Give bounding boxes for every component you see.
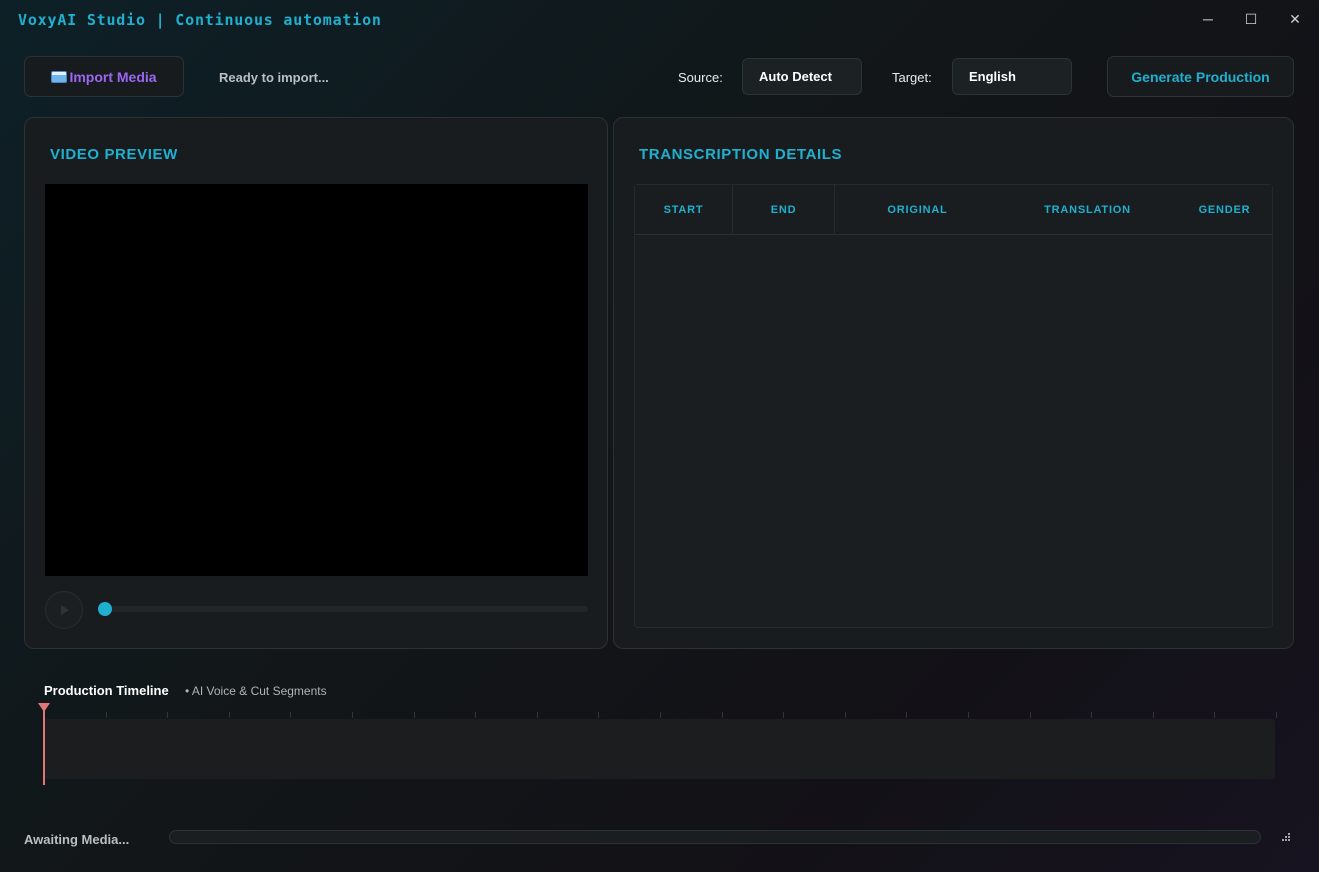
target-label: Target: [892, 70, 932, 85]
ruler-tick [660, 712, 661, 718]
folder-icon [51, 70, 68, 83]
ruler-tick [783, 712, 785, 718]
column-header-end[interactable]: END [733, 185, 835, 235]
play-button[interactable] [45, 591, 83, 629]
table-header: START END ORIGINAL TRANSLATION GENDER [635, 185, 1272, 235]
source-label: Source: [678, 70, 723, 85]
app-title: VoxyAI Studio | Continuous automation [18, 11, 382, 29]
ruler-tick [475, 712, 477, 718]
ruler-tick [1152, 712, 1154, 718]
transcription-table: START END ORIGINAL TRANSLATION GENDER [634, 184, 1273, 628]
timeline-subtitle: • AI Voice & Cut Segments [185, 684, 327, 698]
ruler-tick [844, 712, 846, 718]
seek-handle[interactable] [98, 602, 112, 616]
video-screen[interactable] [45, 184, 588, 576]
import-media-label: Import Media [69, 68, 157, 85]
ruler-tick [413, 712, 415, 718]
title-bar: VoxyAI Studio | Continuous automation ─ … [0, 0, 1319, 40]
transcription-panel: TRANSCRIPTION DETAILS START END ORIGINAL… [613, 117, 1294, 649]
ruler-tick [1029, 712, 1031, 718]
column-header-translation[interactable]: TRANSLATION [1000, 185, 1175, 235]
transcription-title: TRANSCRIPTION DETAILS [639, 146, 843, 163]
import-status-text: Ready to import... [219, 70, 329, 85]
timeline-track[interactable] [44, 719, 1275, 779]
ruler-tick [105, 712, 107, 718]
column-header-gender[interactable]: GENDER [1175, 185, 1274, 235]
resize-grip-icon[interactable] [1282, 833, 1291, 842]
ruler-tick [352, 712, 353, 718]
footer-progress-bar [169, 830, 1261, 844]
ruler-tick [1091, 712, 1093, 718]
playhead[interactable] [43, 708, 45, 785]
target-language-select[interactable]: English [952, 58, 1072, 95]
ruler-tick [968, 712, 969, 718]
video-preview-panel: VIDEO PREVIEW [24, 117, 608, 649]
ruler-tick [536, 712, 538, 718]
ruler-tick [228, 712, 230, 718]
maximize-button[interactable]: ☐ [1240, 8, 1262, 30]
generate-production-button[interactable]: Generate Production [1107, 56, 1294, 97]
ruler-tick [598, 712, 600, 718]
minimize-button[interactable]: ─ [1197, 8, 1219, 30]
ruler-tick [906, 712, 908, 718]
timeline-title: Production Timeline [44, 683, 169, 698]
ruler-tick [290, 712, 292, 718]
column-header-start[interactable]: START [635, 185, 733, 235]
column-header-original[interactable]: ORIGINAL [835, 185, 1000, 235]
import-media-button[interactable]: Import Media [24, 56, 184, 97]
seek-bar[interactable] [103, 606, 588, 612]
ruler-tick [1276, 712, 1277, 718]
ruler-tick [167, 712, 169, 718]
ruler-tick [1214, 712, 1216, 718]
source-language-select[interactable]: Auto Detect [742, 58, 862, 95]
footer-status-text: Awaiting Media... [24, 832, 130, 847]
play-icon [61, 605, 69, 615]
ruler-tick [721, 712, 723, 718]
playhead-marker-icon[interactable] [38, 703, 50, 712]
close-button[interactable]: ✕ [1284, 8, 1306, 30]
video-preview-title: VIDEO PREVIEW [50, 146, 178, 163]
